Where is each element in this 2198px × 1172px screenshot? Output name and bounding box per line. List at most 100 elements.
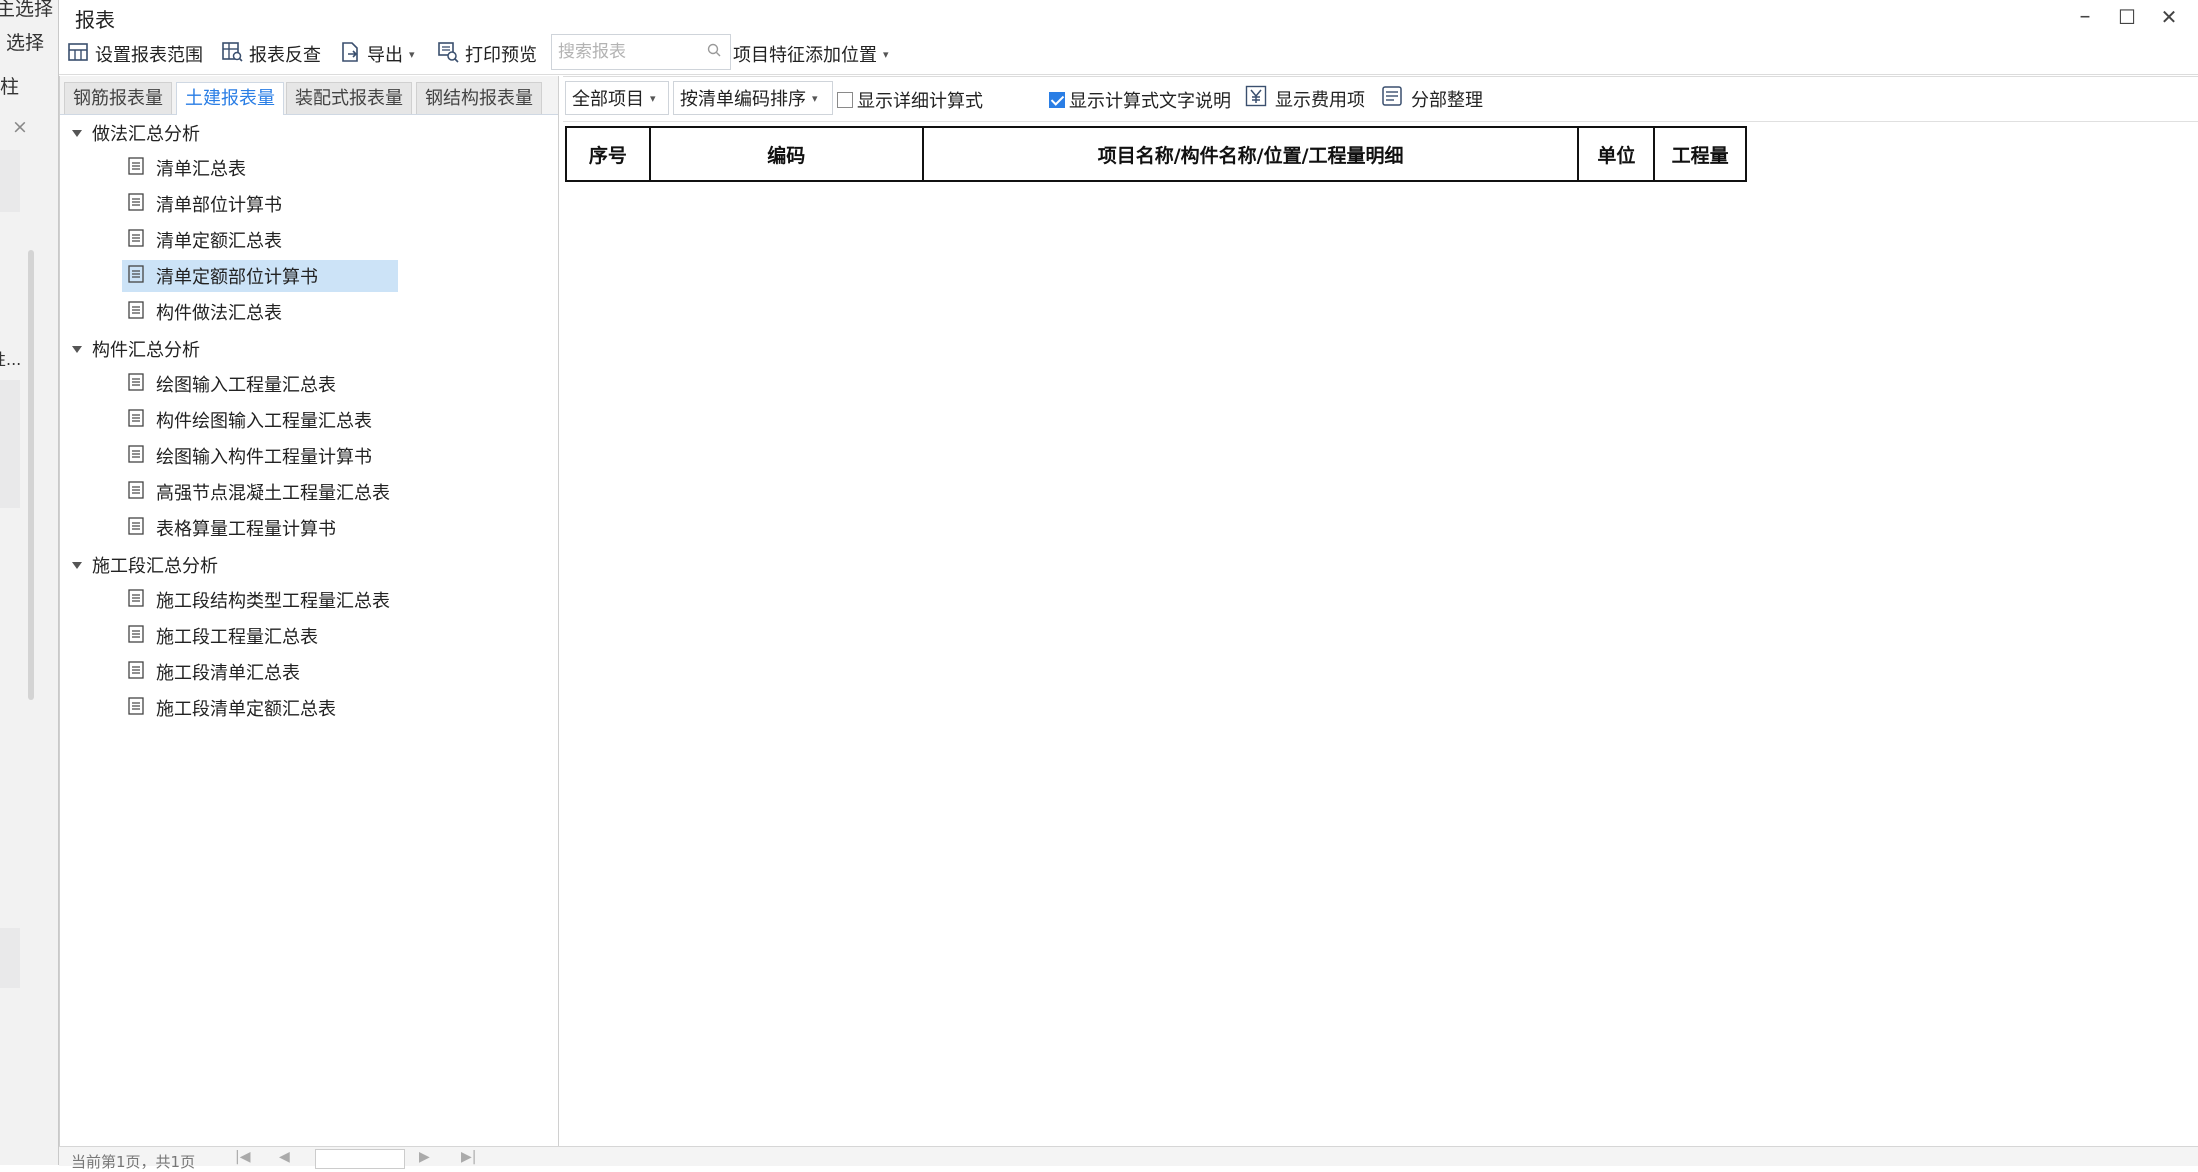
chevron-down-icon: ▾ — [409, 47, 415, 61]
show-fee-button[interactable]: 显示费用项 — [1245, 85, 1365, 112]
tree-item-selected[interactable]: 清单定额部位计算书 — [122, 260, 398, 292]
background-app-strip: 主选择 选择 柱 × 性... — [0, 0, 59, 1165]
tab-steel-report[interactable]: 钢结构报表量 — [416, 82, 542, 114]
tree-item[interactable]: 施工段结构类型工程量汇总表 — [122, 584, 398, 616]
feature-position-label: 项目特征添加位置 — [733, 45, 877, 66]
tree-item[interactable]: 清单部位计算书 — [122, 188, 290, 220]
tree-item-label: 绘图输入构件工程量计算书 — [156, 447, 372, 468]
tree-item[interactable]: 构件做法汇总表 — [122, 296, 290, 328]
page-number-input[interactable] — [315, 1149, 405, 1169]
search-input[interactable] — [556, 36, 700, 68]
bg-close-icon[interactable]: × — [12, 116, 28, 138]
document-icon — [128, 624, 144, 648]
tree-item[interactable]: 表格算量工程量计算书 — [122, 512, 344, 544]
bg-text-select: 选择 — [6, 32, 45, 54]
tree-group-component-summary[interactable]: 构件汇总分析 — [72, 332, 200, 366]
section-arrange-button[interactable]: 分部整理 — [1381, 85, 1483, 112]
tree-item[interactable]: 施工段工程量汇总表 — [122, 620, 326, 652]
print-preview-button[interactable]: 打印预览 — [437, 39, 537, 69]
chevron-down-icon: ▾ — [650, 91, 656, 105]
set-report-range-button[interactable]: 设置报表范围 — [67, 39, 203, 69]
export-icon — [339, 41, 361, 68]
tree-item[interactable]: 高强节点混凝土工程量汇总表 — [122, 476, 398, 508]
search-box — [551, 34, 731, 70]
expand-triangle-icon[interactable] — [72, 129, 82, 137]
first-page-icon[interactable]: |◀ — [235, 1149, 250, 1165]
maximize-button[interactable]: ☐ — [2109, 2, 2145, 32]
document-icon — [128, 228, 144, 252]
report-tree-pane: 钢筋报表量 土建报表量 装配式报表量 钢结构报表量 做法汇总分析 清单汇总表 清… — [59, 76, 559, 1146]
feature-position-dropdown[interactable]: 项目特征添加位置 ▾ — [733, 39, 889, 69]
document-icon — [128, 192, 144, 216]
bg-scrollbar[interactable] — [28, 250, 34, 700]
tree-item-label: 清单定额汇总表 — [156, 231, 282, 252]
tree-item-label: 构件绘图输入工程量汇总表 — [156, 411, 372, 432]
page-navigator: 当前第1页，共1页 |◀ ◀ ▶ ▶| — [59, 1146, 2198, 1171]
tree-item-label: 构件做法汇总表 — [156, 303, 282, 324]
tree-item-label: 施工段清单定额汇总表 — [156, 699, 336, 720]
bg-panel — [0, 380, 20, 508]
sort-select[interactable]: 按清单编码排序 ▾ — [673, 81, 833, 115]
report-options-toolbar: 全部项目 ▾ 按清单编码排序 ▾ 显示详细计算式 显示计算式文字说明 显示费用项 — [563, 76, 2198, 122]
document-icon — [128, 300, 144, 324]
tree-item[interactable]: 清单定额汇总表 — [122, 224, 290, 256]
document-icon — [128, 372, 144, 396]
document-icon — [128, 264, 144, 288]
document-icon — [128, 480, 144, 504]
next-page-icon[interactable]: ▶ — [419, 1149, 430, 1165]
checkbox-unchecked[interactable] — [837, 92, 853, 108]
export-label: 导出 — [367, 45, 403, 66]
show-detail-formula-checkbox[interactable]: 显示详细计算式 — [837, 87, 983, 113]
section-arrange-label: 分部整理 — [1411, 89, 1483, 111]
chevron-down-icon: ▾ — [812, 91, 818, 105]
tree-item-label: 施工段结构类型工程量汇总表 — [156, 591, 390, 612]
show-formula-text-checkbox[interactable]: 显示计算式文字说明 — [1049, 87, 1231, 113]
minimize-button[interactable]: – — [2067, 2, 2103, 32]
bg-panel — [0, 150, 20, 212]
checkbox-checked[interactable] — [1049, 92, 1065, 108]
sort-select-value: 按清单编码排序 — [680, 89, 806, 110]
column-header-unit: 单位 — [1577, 126, 1656, 182]
section-list-icon — [1381, 85, 1403, 112]
document-icon — [128, 516, 144, 540]
tree-group-stage-summary[interactable]: 施工段汇总分析 — [72, 548, 218, 582]
chevron-down-icon: ▾ — [883, 47, 889, 61]
report-table: 序号 编码 项目名称/构件名称/位置/工程量明细 单位 工程量 — [565, 126, 1747, 182]
report-reverse-check-button[interactable]: 报表反查 — [221, 39, 321, 69]
column-header-code: 编码 — [648, 126, 924, 182]
page-status-text: 当前第1页，共1页 — [71, 1153, 196, 1171]
show-detail-formula-label: 显示详细计算式 — [857, 91, 983, 112]
print-preview-icon — [437, 41, 459, 68]
tree-group-method-summary[interactable]: 做法汇总分析 — [72, 116, 200, 150]
show-formula-text-label: 显示计算式文字说明 — [1069, 91, 1231, 112]
tree-item-label: 施工段清单汇总表 — [156, 663, 300, 684]
prev-page-icon[interactable]: ◀ — [279, 1149, 290, 1165]
tab-civil-report[interactable]: 土建报表量 — [176, 82, 284, 115]
report-tabs: 钢筋报表量 土建报表量 装配式报表量 钢结构报表量 — [60, 76, 558, 115]
document-icon — [128, 696, 144, 720]
tree-group-label: 构件汇总分析 — [92, 340, 200, 361]
expand-triangle-icon[interactable] — [72, 561, 82, 569]
tab-prefab-report[interactable]: 装配式报表量 — [286, 82, 412, 114]
report-dialog: 报表 – ☐ ✕ 设置报表范围 报表反查 导出 ▾ 打印预览 项目特征添加位置 … — [58, 0, 2198, 1171]
expand-triangle-icon[interactable] — [72, 345, 82, 353]
table-header-row: 序号 编码 项目名称/构件名称/位置/工程量明细 单位 工程量 — [565, 126, 1747, 182]
tab-rebar-report[interactable]: 钢筋报表量 — [64, 82, 172, 114]
bg-text-column: 柱 — [0, 76, 20, 98]
export-dropdown-button[interactable]: 导出 ▾ — [339, 39, 415, 69]
bg-text-select-main: 主选择 — [0, 0, 54, 20]
tree-item[interactable]: 绘图输入构件工程量计算书 — [122, 440, 380, 472]
tree-item[interactable]: 施工段清单定额汇总表 — [122, 692, 344, 724]
close-button[interactable]: ✕ — [2151, 2, 2187, 32]
column-header-index: 序号 — [565, 126, 651, 182]
search-icon[interactable] — [706, 42, 722, 63]
tree-item-label: 清单部位计算书 — [156, 195, 282, 216]
show-fee-label: 显示费用项 — [1275, 89, 1365, 111]
bg-text-ellipsis: 性... — [0, 350, 22, 369]
scope-select[interactable]: 全部项目 ▾ — [565, 81, 669, 115]
tree-item[interactable]: 施工段清单汇总表 — [122, 656, 308, 688]
tree-item[interactable]: 清单汇总表 — [122, 152, 254, 184]
last-page-icon[interactable]: ▶| — [461, 1149, 476, 1165]
tree-item[interactable]: 构件绘图输入工程量汇总表 — [122, 404, 380, 436]
tree-item[interactable]: 绘图输入工程量汇总表 — [122, 368, 344, 400]
